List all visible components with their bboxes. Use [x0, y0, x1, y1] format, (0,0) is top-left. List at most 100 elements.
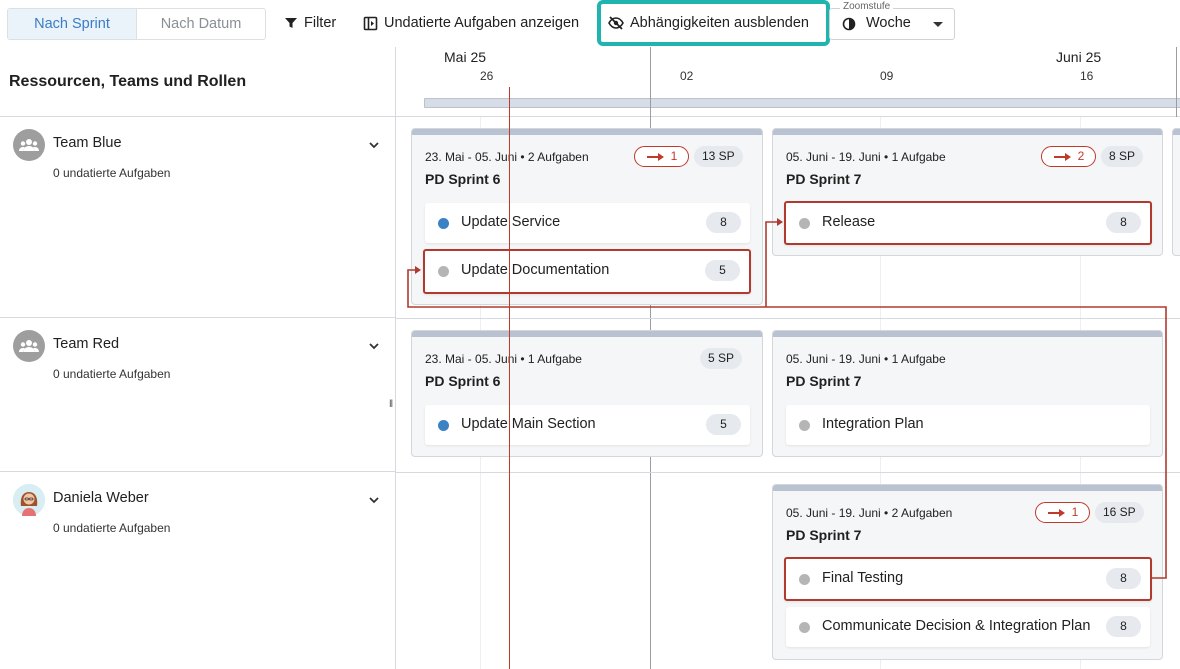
- dependency-badge[interactable]: 1: [634, 146, 689, 167]
- resize-handle[interactable]: ‖: [389, 399, 393, 410]
- team-icon: [13, 129, 45, 161]
- toolbar: Nach Sprint Nach Datum Filter Undatierte…: [0, 0, 1180, 47]
- dependency-badge[interactable]: 1: [1035, 502, 1090, 523]
- resource-row-team-red: Team Red 0 undatierte Aufgaben: [0, 318, 396, 472]
- dependency-badge[interactable]: 2: [1041, 146, 1096, 167]
- arrow-right-icon: [1053, 152, 1071, 161]
- task-item[interactable]: Release 8: [784, 201, 1152, 245]
- row-separator: [396, 318, 1180, 319]
- arrow-right-icon: [1047, 508, 1065, 517]
- resource-row-daniela-weber: Daniela Weber 0 undatierte Aufgaben: [0, 472, 396, 669]
- team-icon: [13, 330, 45, 362]
- task-item[interactable]: Update Main Section 5: [425, 405, 750, 445]
- sprint-title: PD Sprint 7: [786, 373, 862, 389]
- undated-count: 0 undatierte Aufgaben: [53, 521, 171, 535]
- task-label: Update Documentation: [461, 262, 610, 278]
- arrow-right-icon: [646, 152, 664, 161]
- task-label: Communicate Decision & Integration Plan: [822, 618, 1091, 634]
- undated-count: 0 undatierte Aufgaben: [53, 367, 171, 381]
- sprint-meta: 05. Juni - 19. Juni • 1 Aufgabe: [786, 150, 946, 164]
- by-sprint-button[interactable]: Nach Sprint: [8, 9, 137, 39]
- task-item[interactable]: Update Service 8: [425, 203, 750, 243]
- task-points: 5: [705, 260, 740, 281]
- task-label: Update Main Section: [461, 416, 596, 432]
- status-dot: [799, 420, 810, 431]
- week-label: 09: [880, 69, 894, 83]
- hide-dependencies-button[interactable]: Abhängigkeiten ausblenden: [608, 8, 809, 38]
- card-header-bar: [773, 331, 1162, 337]
- chevron-down-icon[interactable]: [368, 139, 380, 151]
- task-item[interactable]: Final Testing 8: [784, 557, 1152, 601]
- resource-name: Team Red: [53, 336, 120, 352]
- undated-count: 0 undatierte Aufgaben: [53, 166, 171, 180]
- status-dot: [799, 622, 810, 633]
- resource-name: Daniela Weber: [53, 490, 149, 506]
- sprint-card-partial[interactable]: [1172, 128, 1180, 256]
- chevron-down-icon: [933, 22, 943, 27]
- eye-off-icon: [608, 16, 624, 30]
- chevron-down-icon[interactable]: [368, 340, 380, 352]
- card-header-bar: [1173, 129, 1180, 135]
- filter-icon: [285, 18, 297, 28]
- task-label: Update Service: [461, 214, 561, 230]
- month-divider: [1176, 47, 1177, 117]
- sprint-title: PD Sprint 7: [786, 171, 862, 187]
- task-item[interactable]: Communicate Decision & Integration Plan …: [786, 607, 1150, 647]
- task-points: 8: [1106, 212, 1141, 233]
- dependency-count: 1: [670, 149, 678, 163]
- sprint-meta: 23. Mai - 05. Juni • 1 Aufgabe: [425, 352, 582, 366]
- sprint-title: PD Sprint 6: [425, 171, 501, 187]
- sprint-title: PD Sprint 7: [786, 527, 862, 543]
- by-date-button[interactable]: Nach Datum: [137, 9, 265, 39]
- resource-name: Team Blue: [53, 135, 122, 151]
- panel-divider: [395, 117, 396, 669]
- card-header-bar: [412, 129, 762, 135]
- task-label: Release: [822, 214, 876, 230]
- month-label: Mai 25: [444, 49, 487, 65]
- status-dot: [799, 574, 810, 585]
- card-header-bar: [773, 129, 1162, 135]
- task-label: Integration Plan: [822, 416, 924, 432]
- task-points: 8: [706, 212, 741, 233]
- person-avatar: [13, 484, 45, 516]
- sprint-card[interactable]: 23. Mai - 05. Juni • 2 Aufgaben 1 13 SP …: [411, 128, 763, 305]
- view-toggle: Nach Sprint Nach Datum: [7, 8, 266, 40]
- hide-dependencies-label: Abhängigkeiten ausblenden: [630, 15, 809, 31]
- task-points: 8: [1106, 568, 1141, 589]
- task-item[interactable]: Integration Plan: [786, 405, 1150, 445]
- sprint-meta: 05. Juni - 19. Juni • 1 Aufgabe: [786, 352, 946, 366]
- half-circle-icon: [842, 17, 856, 31]
- show-undated-label: Undatierte Aufgaben anzeigen: [384, 15, 580, 31]
- sprint-card[interactable]: 05. Juni - 19. Juni • 1 Aufgabe 2 8 SP P…: [772, 128, 1163, 256]
- task-item[interactable]: Update Documentation 5: [423, 249, 751, 294]
- status-dot: [438, 218, 449, 229]
- sprint-card[interactable]: 05. Juni - 19. Juni • 1 Aufgabe PD Sprin…: [772, 330, 1163, 457]
- filter-label: Filter: [304, 15, 337, 31]
- sprint-meta: 05. Juni - 19. Juni • 2 Aufgaben: [786, 506, 953, 520]
- status-dot: [438, 266, 449, 277]
- dependency-count: 1: [1071, 505, 1079, 519]
- card-header-bar: [773, 485, 1162, 491]
- story-points-badge: 5 SP: [700, 348, 743, 369]
- today-line: [509, 87, 510, 669]
- week-label: 02: [680, 69, 694, 83]
- show-undated-button[interactable]: Undatierte Aufgaben anzeigen: [363, 8, 579, 38]
- sprint-card[interactable]: 23. Mai - 05. Juni • 1 Aufgabe 5 SP PD S…: [411, 330, 763, 457]
- resource-panel-header: Ressourcen, Teams und Rollen: [0, 47, 396, 117]
- card-header-bar: [412, 331, 762, 337]
- dependency-count: 2: [1077, 149, 1085, 163]
- month-label: Juni 25: [1056, 49, 1102, 65]
- zoom-value: Woche: [866, 15, 911, 31]
- panel-icon: [363, 16, 378, 30]
- timeline-header: Mai 25 Juni 25 26 02 09 16: [396, 47, 1180, 117]
- chevron-down-icon[interactable]: [368, 494, 380, 506]
- sprint-title: PD Sprint 6: [425, 373, 501, 389]
- sprint-card[interactable]: 05. Juni - 19. Juni • 2 Aufgaben 1 16 SP…: [772, 484, 1163, 660]
- task-points: 8: [1106, 616, 1141, 637]
- task-label: Final Testing: [822, 570, 904, 586]
- status-dot: [799, 218, 810, 229]
- story-points-badge: 16 SP: [1095, 502, 1144, 523]
- filter-button[interactable]: Filter: [284, 8, 336, 38]
- task-points: 5: [706, 414, 741, 435]
- zoom-select[interactable]: Zoomstufe Woche: [829, 1, 955, 40]
